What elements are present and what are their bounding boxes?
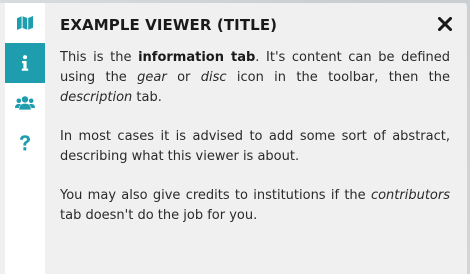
map-tab-button[interactable] xyxy=(5,3,45,43)
close-icon xyxy=(438,17,452,31)
map-icon xyxy=(17,16,33,30)
panel-header: EXAMPLE VIEWER (TITLE) xyxy=(60,3,452,48)
info-content: EXAMPLE VIEWER (TITLE) This is the infor… xyxy=(60,3,452,245)
info-paragraph-2: In most cases it is advised to add some … xyxy=(60,129,450,164)
info-paragraph-3: You may also give credits to institution… xyxy=(60,188,450,223)
contributors-tab-button[interactable] xyxy=(5,83,45,123)
help-icon xyxy=(20,135,30,151)
contributors-icon xyxy=(15,96,35,110)
help-tab-button[interactable] xyxy=(5,123,45,163)
panel-title: EXAMPLE VIEWER (TITLE) xyxy=(60,16,278,34)
info-icon xyxy=(21,55,29,71)
info-tab-button[interactable] xyxy=(5,43,45,83)
info-paragraph-1: This is the information tab. It's conten… xyxy=(60,50,451,105)
side-toolbar xyxy=(5,3,45,274)
close-button[interactable] xyxy=(436,15,454,33)
